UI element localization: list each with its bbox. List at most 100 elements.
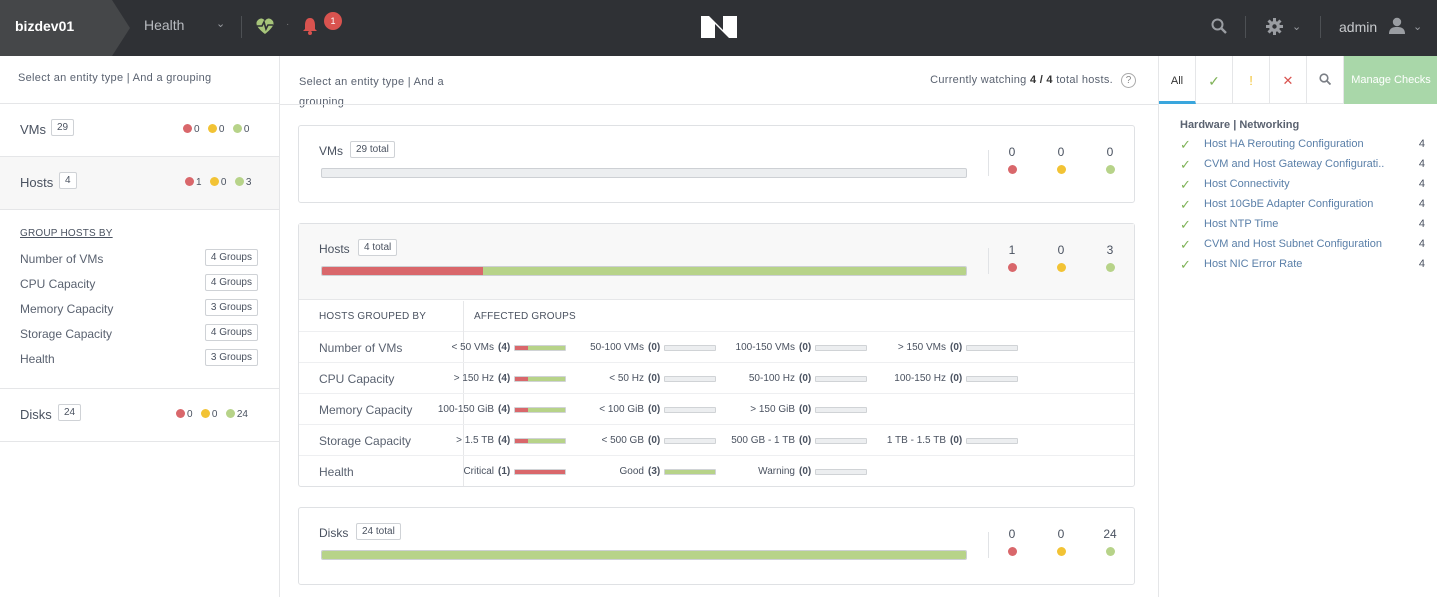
affected-group[interactable]: < 50 VMs (4) <box>416 342 566 356</box>
search-icon[interactable] <box>1307 56 1344 104</box>
user-name[interactable]: admin <box>1339 19 1377 35</box>
group-item[interactable]: Storage Capacity 4 Groups <box>20 324 258 344</box>
critical-segment <box>322 267 483 275</box>
group-name: Health <box>319 465 354 479</box>
affected-group[interactable]: > 1.5 TB (4) <box>416 435 566 449</box>
check-count: 4 <box>1418 218 1425 230</box>
health-pulse-icon[interactable] <box>254 16 276 36</box>
affected-group-bar <box>664 376 716 382</box>
cluster-name: bizdev01 <box>15 18 75 34</box>
grouped-table-header: HOSTS GROUPED BY AFFECTED GROUPS <box>299 301 1134 332</box>
warning-count: 0 <box>1057 145 1065 159</box>
check-item[interactable]: ✓ CVM and Host Gateway Configurati.. 4 <box>1180 156 1425 176</box>
affected-group-bar <box>815 438 867 444</box>
warning-count: 0 <box>218 124 225 135</box>
affected-group[interactable]: Good (3) <box>566 466 716 480</box>
entity-row-disks[interactable]: Disks 24 0 0 24 <box>0 389 279 441</box>
affected-group[interactable]: < 500 GB (0) <box>566 435 716 449</box>
affected-group-bar <box>664 469 716 475</box>
critical-count: 0 <box>194 124 200 135</box>
affected-group[interactable]: 500 GB - 1 TB (0) <box>717 435 867 449</box>
group-item[interactable]: CPU Capacity 4 Groups <box>20 274 258 294</box>
group-item[interactable]: Health 3 Groups <box>20 349 258 369</box>
critical-stat: 0 <box>997 145 1027 174</box>
group-name: Memory Capacity <box>319 403 413 417</box>
entity-row-vms[interactable]: VMs 29 0 0 0 <box>0 104 279 156</box>
affected-group[interactable]: 50-100 Hz (0) <box>717 373 867 387</box>
affected-group-bar <box>514 345 566 351</box>
check-item[interactable]: ✓ Host NTP Time 4 <box>1180 216 1425 236</box>
affected-group[interactable]: Warning (0) <box>717 466 867 480</box>
manage-checks-button[interactable]: Manage Checks <box>1344 56 1437 104</box>
divider <box>0 441 280 442</box>
affected-group[interactable]: 100-150 Hz (0) <box>868 373 1018 387</box>
hosts-card[interactable]: Hosts 4 total 1 0 3 HOSTS GROUPED BY AFF… <box>298 223 1135 487</box>
entity-status-counts: 0 0 24 <box>176 409 248 420</box>
check-item[interactable]: ✓ CVM and Host Subnet Configuration 4 <box>1180 236 1425 256</box>
chevron-down-icon[interactable]: ⌄ <box>1292 20 1301 33</box>
alert-count-badge: 1 <box>324 12 342 30</box>
chevron-down-icon[interactable]: ⌄ <box>216 17 225 30</box>
check-item[interactable]: ✓ Host 10GbE Adapter Configuration 4 <box>1180 196 1425 216</box>
affected-group-label: 1 TB - 1.5 TB <box>886 435 946 446</box>
entity-name: Disks <box>20 407 52 422</box>
section-menu[interactable]: Health <box>144 17 184 33</box>
grouped-row[interactable]: Memory Capacity 100-150 GiB (4) < 100 GiB (0… <box>299 394 1134 425</box>
good-stat: 24 <box>1095 527 1125 556</box>
affected-group[interactable]: Critical (1) <box>416 466 566 480</box>
check-item[interactable]: ✓ Host HA Rerouting Configuration 4 <box>1180 136 1425 156</box>
gear-icon[interactable] <box>1266 18 1283 35</box>
cluster-name-button[interactable]: bizdev01 <box>0 0 130 56</box>
affected-group-count: (0) <box>799 466 812 477</box>
affected-group-count: (4) <box>498 373 511 384</box>
affected-group-bar <box>514 469 566 475</box>
entity-count: 24 <box>58 404 82 421</box>
good-segment <box>527 346 565 350</box>
critical-dot-icon <box>183 124 192 133</box>
affected-group-label: 100-150 Hz <box>894 373 946 384</box>
affected-group[interactable]: > 150 Hz (4) <box>416 373 566 387</box>
check-item[interactable]: ✓ Host NIC Error Rate 4 <box>1180 256 1425 276</box>
affected-group-label: > 150 GiB <box>750 404 795 415</box>
card-title: Hosts <box>319 242 350 256</box>
alert-bell-icon[interactable] <box>302 17 318 35</box>
health-bar <box>321 168 967 178</box>
grouped-row[interactable]: Storage Capacity > 1.5 TB (4) < 500 GB (0) 50… <box>299 425 1134 456</box>
search-icon[interactable] <box>1211 18 1227 34</box>
warning-count: 0 <box>1057 527 1065 541</box>
affected-group-bar <box>514 407 566 413</box>
affected-group[interactable]: < 100 GiB (0) <box>566 404 716 418</box>
help-icon[interactable]: ? <box>1121 73 1136 88</box>
divider <box>1245 16 1246 38</box>
entity-row-hosts[interactable]: Hosts 4 1 0 3 <box>0 157 279 209</box>
tab-all[interactable]: All <box>1159 56 1196 104</box>
group-item[interactable]: Number of VMs 4 Groups <box>20 249 258 269</box>
grouped-row[interactable]: CPU Capacity > 150 Hz (4) < 50 Hz (0) 50-100 … <box>299 363 1134 394</box>
chevron-down-icon[interactable]: ⌄ <box>1413 20 1422 33</box>
affected-group[interactable]: 50-100 VMs (0) <box>566 342 716 356</box>
vms-card[interactable]: VMs 29 total 0 0 0 <box>298 125 1135 203</box>
error-icon[interactable]: ✕ <box>1270 56 1307 104</box>
check-item[interactable]: ✓ Host Connectivity 4 <box>1180 176 1425 196</box>
grouped-row[interactable]: Health Critical (1) Good (3) Warning (0) <box>299 456 1134 487</box>
affected-group[interactable]: 100-150 GiB (4) <box>416 404 566 418</box>
divider <box>988 248 989 274</box>
watch-suffix: total hosts. <box>1056 74 1113 86</box>
entity-name: VMs <box>20 122 46 137</box>
warning-icon[interactable]: ! <box>1233 56 1270 104</box>
affected-group[interactable]: > 150 VMs (0) <box>868 342 1018 356</box>
disks-card[interactable]: Disks 24 total 0 0 24 <box>298 507 1135 585</box>
grouped-row[interactable]: Number of VMs < 50 VMs (4) 50-100 VMs (0) 100… <box>299 332 1134 363</box>
critical-dot-icon <box>176 409 185 418</box>
affected-group[interactable]: < 50 Hz (0) <box>566 373 716 387</box>
good-segment <box>527 439 565 443</box>
user-icon[interactable] <box>1388 17 1406 35</box>
check-icon[interactable]: ✓ <box>1196 56 1233 104</box>
affected-group-label: > 1.5 TB <box>456 435 494 446</box>
warning-count: 0 <box>211 409 218 420</box>
affected-group[interactable]: > 150 GiB (0) <box>717 404 867 418</box>
affected-group[interactable]: 1 TB - 1.5 TB (0) <box>868 435 1018 449</box>
critical-dot-icon <box>1007 165 1017 174</box>
group-item[interactable]: Memory Capacity 3 Groups <box>20 299 258 319</box>
affected-group[interactable]: 100-150 VMs (0) <box>717 342 867 356</box>
